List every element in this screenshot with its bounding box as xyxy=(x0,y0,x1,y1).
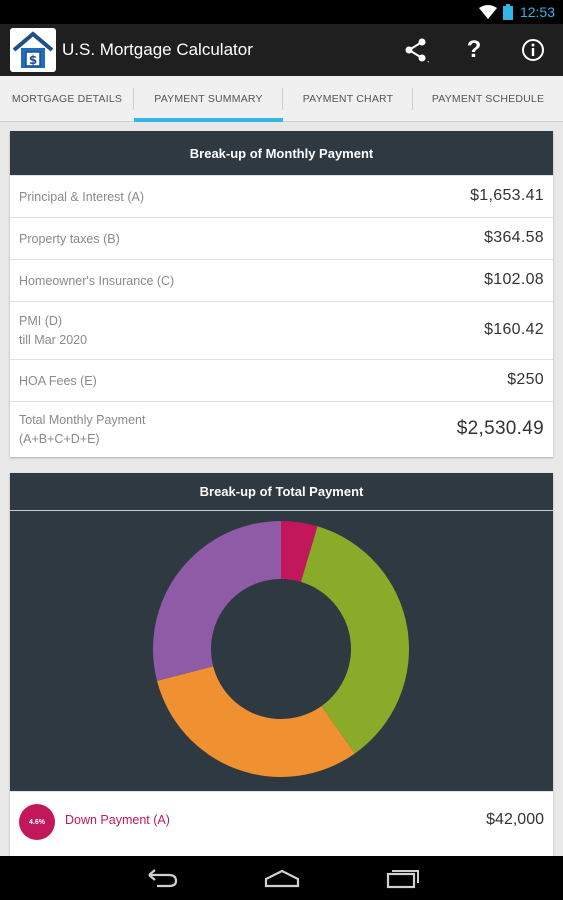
tab-mortgage-details[interactable]: MORTGAGE DETAILS xyxy=(0,76,134,122)
question-icon: ? xyxy=(466,36,482,63)
wifi-icon xyxy=(479,5,497,19)
tab-payment-schedule[interactable]: PAYMENT SCHEDULE xyxy=(413,76,563,122)
donut-slice-2[interactable] xyxy=(157,666,355,777)
tab-label: MORTGAGE DETAILS xyxy=(11,93,123,105)
tab-bar: MORTGAGE DETAILS PAYMENT SUMMARY PAYMENT… xyxy=(0,76,563,122)
property-taxes-row: Property taxes (B) $364.58 xyxy=(10,217,553,259)
row-sublabel: till Mar 2020 xyxy=(19,333,88,347)
principal-interest-row: Principal & Interest (A) $1,653.41 xyxy=(10,175,553,217)
card-title: Break-up of Monthly Payment xyxy=(10,131,553,175)
row-label: HOA Fees (E) xyxy=(19,374,97,388)
total-monthly-row: Total Monthly Payment (A+B+C+D+E) $2,530… xyxy=(10,401,553,457)
legend-label: Down Payment (A) xyxy=(65,813,170,827)
row-label: Property taxes (B) xyxy=(19,232,120,246)
row-label: PMI (D) xyxy=(19,314,63,328)
total-payment-card: Break-up of Total Payment 4.6% Down Paym… xyxy=(10,473,553,856)
legend-row-down-payment[interactable]: 4.6% Down Payment (A) $42,000 xyxy=(10,791,553,849)
row-label: Total Monthly Payment xyxy=(19,413,146,427)
total-value: $2,530.49 xyxy=(456,418,544,439)
row-value: $160.42 xyxy=(484,321,544,338)
info-button[interactable] xyxy=(517,34,549,66)
row-value: $1,653.41 xyxy=(470,187,544,204)
recents-icon xyxy=(386,870,419,889)
homeowners-insurance-row: Homeowner's Insurance (C) $102.08 xyxy=(10,259,553,301)
recents-button[interactable] xyxy=(380,864,424,892)
app-logo-icon[interactable]: $ xyxy=(10,28,56,72)
legend-dot: 4.6% xyxy=(19,804,55,840)
share-button[interactable] xyxy=(400,34,432,66)
legend-value: $42,000 xyxy=(486,811,544,828)
row-value: $364.58 xyxy=(484,229,544,246)
donut-chart xyxy=(153,521,409,777)
tab-label: PAYMENT SCHEDULE xyxy=(431,93,545,105)
donut-chart-area xyxy=(10,511,553,791)
pmi-row: PMI (D) till Mar 2020 $160.42 xyxy=(10,301,553,359)
info-icon xyxy=(522,39,544,61)
status-bar: 12:53 xyxy=(0,0,563,24)
row-value: $250 xyxy=(507,371,544,388)
tab-label: PAYMENT SUMMARY xyxy=(154,93,263,105)
tab-payment-summary[interactable]: PAYMENT SUMMARY xyxy=(134,76,283,122)
row-value: $102.08 xyxy=(484,271,544,288)
back-button[interactable] xyxy=(140,864,184,892)
row-label: Homeowner's Insurance (C) xyxy=(19,274,175,288)
row-label: Principal & Interest (A) xyxy=(19,190,145,204)
share-icon xyxy=(405,38,429,63)
clock: 12:53 xyxy=(519,4,555,20)
row-sublabel: (A+B+C+D+E) xyxy=(19,432,100,446)
action-bar: $ U.S. Mortgage Calculator ? xyxy=(0,24,563,76)
card-title: Break-up of Total Payment xyxy=(10,473,553,511)
hoa-fees-row: HOA Fees (E) $250 xyxy=(10,359,553,401)
tab-label: PAYMENT CHART xyxy=(302,93,394,105)
app-title: U.S. Mortgage Calculator xyxy=(62,40,253,59)
back-icon xyxy=(148,869,178,888)
help-button[interactable]: ? xyxy=(458,34,490,66)
home-icon xyxy=(264,869,300,888)
system-nav-bar xyxy=(0,856,563,900)
svg-text:$: $ xyxy=(29,53,37,67)
monthly-payment-card: Break-up of Monthly Payment Principal & … xyxy=(10,131,553,457)
home-button[interactable] xyxy=(260,864,304,892)
battery-icon xyxy=(503,4,513,20)
tab-payment-chart[interactable]: PAYMENT CHART xyxy=(283,76,413,122)
donut-slice-3[interactable] xyxy=(153,521,281,681)
